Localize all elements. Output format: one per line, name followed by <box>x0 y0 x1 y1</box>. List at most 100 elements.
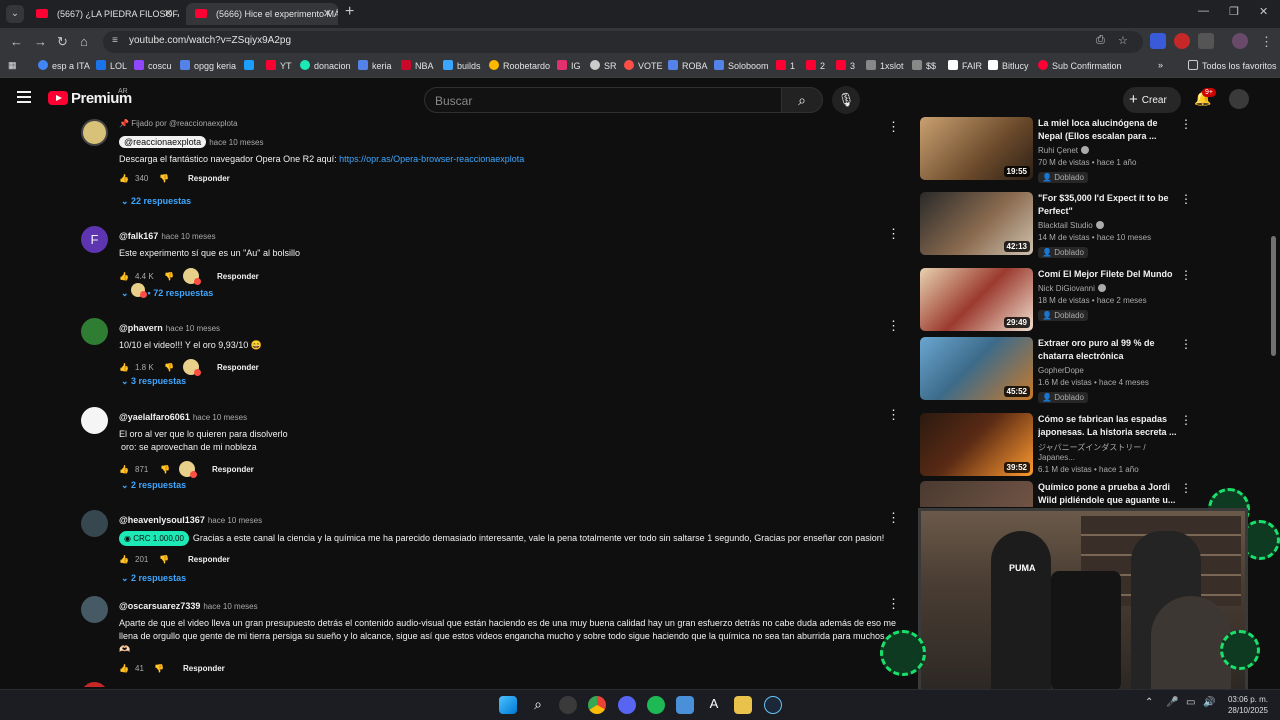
comment-time[interactable]: hace 10 meses <box>208 516 262 525</box>
commenter-avatar[interactable] <box>81 119 108 146</box>
video-channel[interactable]: ジャパニーズインダストリー / Japanes... <box>1038 442 1178 462</box>
bookmark-item[interactable]: Bitlucy <box>988 60 1029 71</box>
search-input[interactable] <box>435 94 765 108</box>
comment-link[interactable]: https://opr.as/Opera-browser-reaccionaex… <box>339 154 524 164</box>
video-menu-icon[interactable]: ⋮ <box>1180 337 1192 351</box>
address-bar[interactable]: ≡ youtube.com/watch?v=ZSqiyx9A2pg ⎙ ☆ <box>103 31 1143 53</box>
bookmark-item[interactable]: FAIR <box>948 60 982 71</box>
browser-tab-1[interactable]: (5667) ¿LA PIEDRA FILOSOFAL E ✕ <box>27 3 179 25</box>
comment-author[interactable]: @falk167 <box>119 231 158 241</box>
comment-menu-icon[interactable]: ⋮ <box>887 318 900 334</box>
account-avatar[interactable] <box>1229 89 1249 109</box>
comment-time[interactable]: hace 10 meses <box>203 602 257 611</box>
bookmark-item[interactable]: Roobetardo <box>489 60 550 71</box>
comment-time[interactable]: hace 10 meses <box>161 232 215 241</box>
reply-button[interactable]: Responder <box>188 555 230 564</box>
mic-tray-icon[interactable]: 🎤 <box>1166 697 1178 708</box>
bookmark-item[interactable]: Sub Confirmation <box>1038 60 1122 71</box>
view-replies-button[interactable]: ⌄ 2 respuestas <box>121 573 186 584</box>
chrome-icon[interactable] <box>588 696 606 714</box>
page-scrollbar[interactable] <box>1271 236 1276 356</box>
install-app-icon[interactable]: ⎙ <box>1096 34 1105 47</box>
view-replies-button[interactable]: ⌄ 22 respuestas <box>121 196 191 207</box>
close-tab-icon[interactable]: ✕ <box>164 3 173 25</box>
comment-time[interactable]: hace 10 meses <box>209 138 263 147</box>
video-menu-icon[interactable]: ⋮ <box>1180 413 1192 427</box>
extension-icon[interactable] <box>1174 33 1190 49</box>
bookmark-item[interactable]: esp a ITA <box>38 60 90 71</box>
comment-time[interactable]: hace 10 meses <box>193 413 247 422</box>
bookmark-item[interactable]: YT <box>266 60 292 71</box>
comment-menu-icon[interactable]: ⋮ <box>887 119 900 135</box>
video-thumbnail[interactable]: 42:13 <box>920 192 1033 255</box>
comment-menu-icon[interactable]: ⋮ <box>887 510 900 526</box>
video-menu-icon[interactable]: ⋮ <box>1180 117 1192 131</box>
app-icon[interactable] <box>559 696 577 714</box>
comment-time[interactable]: hace 10 meses <box>166 324 220 333</box>
video-title[interactable]: Cómo se fabrican las espadas japonesas. … <box>1038 413 1178 439</box>
search-button[interactable]: ⌕ <box>781 87 823 113</box>
bookmark-item[interactable]: IG <box>557 60 581 71</box>
dislike-icon[interactable]: 👎 <box>164 272 174 281</box>
bookmark-item[interactable]: 3 <box>836 60 855 71</box>
extensions-puzzle-icon[interactable] <box>1198 33 1214 49</box>
bookmark-item[interactable]: builds <box>443 60 481 71</box>
video-channel[interactable]: Nick DiGiovanni <box>1038 284 1178 293</box>
voice-search-button[interactable]: 🎙 <box>832 86 860 114</box>
comment-author[interactable]: @heavenlysoul1367 <box>119 515 205 525</box>
commenter-avatar[interactable] <box>81 596 108 623</box>
network-icon[interactable]: ▭ <box>1186 697 1195 708</box>
video-thumbnail[interactable]: 39:52 <box>920 413 1033 476</box>
bookmark-item[interactable]: coscu <box>134 60 172 71</box>
like-icon[interactable]: 👍 <box>119 465 129 474</box>
browser-menu-icon[interactable]: ⋮ <box>1260 34 1273 50</box>
bookmark-item[interactable]: Soloboom <box>714 60 769 71</box>
video-channel[interactable]: Ruhi Çenet <box>1038 146 1178 155</box>
forward-icon[interactable]: → <box>34 34 47 49</box>
related-video-item[interactable]: 42:13 "For $35,000 I'd Expect it to be P… <box>920 192 1195 258</box>
video-thumbnail[interactable]: 45:52 <box>920 337 1033 400</box>
like-icon[interactable]: 👍 <box>119 555 129 564</box>
reply-button[interactable]: Responder <box>188 174 230 183</box>
app-icon[interactable] <box>734 696 752 714</box>
restore-button[interactable]: ❐ <box>1229 5 1239 18</box>
video-title[interactable]: La miel loca alucinógena de Nepal (Ellos… <box>1038 117 1178 143</box>
bookmark-item[interactable]: 1xslot <box>866 60 904 71</box>
related-video-item[interactable]: Químico pone a prueba a Jordi Wild pidié… <box>920 481 1195 507</box>
dislike-icon[interactable]: 👎 <box>154 664 164 673</box>
video-menu-icon[interactable]: ⋮ <box>1180 268 1192 282</box>
bookmark-item[interactable]: SR <box>590 60 617 71</box>
bookmark-item[interactable]: NBA <box>401 60 434 71</box>
view-replies-button[interactable]: ⌄ 3 respuestas <box>121 376 186 387</box>
video-thumbnail[interactable]: 29:49 <box>920 268 1033 331</box>
site-info-icon[interactable]: ≡ <box>112 35 118 46</box>
create-button[interactable]: + Crear <box>1123 87 1181 113</box>
commenter-avatar[interactable] <box>81 407 108 434</box>
related-video-item[interactable]: 39:52 Cómo se fabrican las espadas japon… <box>920 413 1195 477</box>
reply-button[interactable]: Responder <box>183 664 225 673</box>
bookmark-item[interactable]: LOL <box>96 60 127 71</box>
related-video-item[interactable]: 19:55 La miel loca alucinógena de Nepal … <box>920 117 1195 183</box>
home-icon[interactable]: ⌂ <box>80 34 88 49</box>
reload-icon[interactable]: ↻ <box>57 34 68 50</box>
like-icon[interactable]: 👍 <box>119 664 129 673</box>
extension-icon[interactable] <box>1150 33 1166 49</box>
commenter-avatar[interactable] <box>81 682 108 687</box>
volume-icon[interactable]: 🔊 <box>1203 697 1215 708</box>
commenter-avatar[interactable] <box>81 510 108 537</box>
new-tab-button[interactable]: + <box>345 3 354 21</box>
like-icon[interactable]: 👍 <box>119 272 129 281</box>
bookmark-item[interactable]: 2 <box>806 60 825 71</box>
minimize-button[interactable]: — <box>1198 5 1209 17</box>
comment-author[interactable]: @yaelalfaro6061 <box>119 412 190 422</box>
search-icon[interactable]: ⌕ <box>529 696 547 714</box>
reply-button[interactable]: Responder <box>217 363 259 372</box>
bookmark-item[interactable]: VOTE <box>624 60 663 71</box>
video-menu-icon[interactable]: ⋮ <box>1180 192 1192 206</box>
comment-menu-icon[interactable]: ⋮ <box>887 407 900 423</box>
notepad-icon[interactable] <box>676 696 694 714</box>
bookmark-item[interactable]: $$ <box>912 60 936 71</box>
related-video-item[interactable]: 45:52 Extraer oro puro al 99 % de chatar… <box>920 337 1195 403</box>
discord-icon[interactable] <box>618 696 636 714</box>
commenter-avatar[interactable] <box>81 318 108 345</box>
